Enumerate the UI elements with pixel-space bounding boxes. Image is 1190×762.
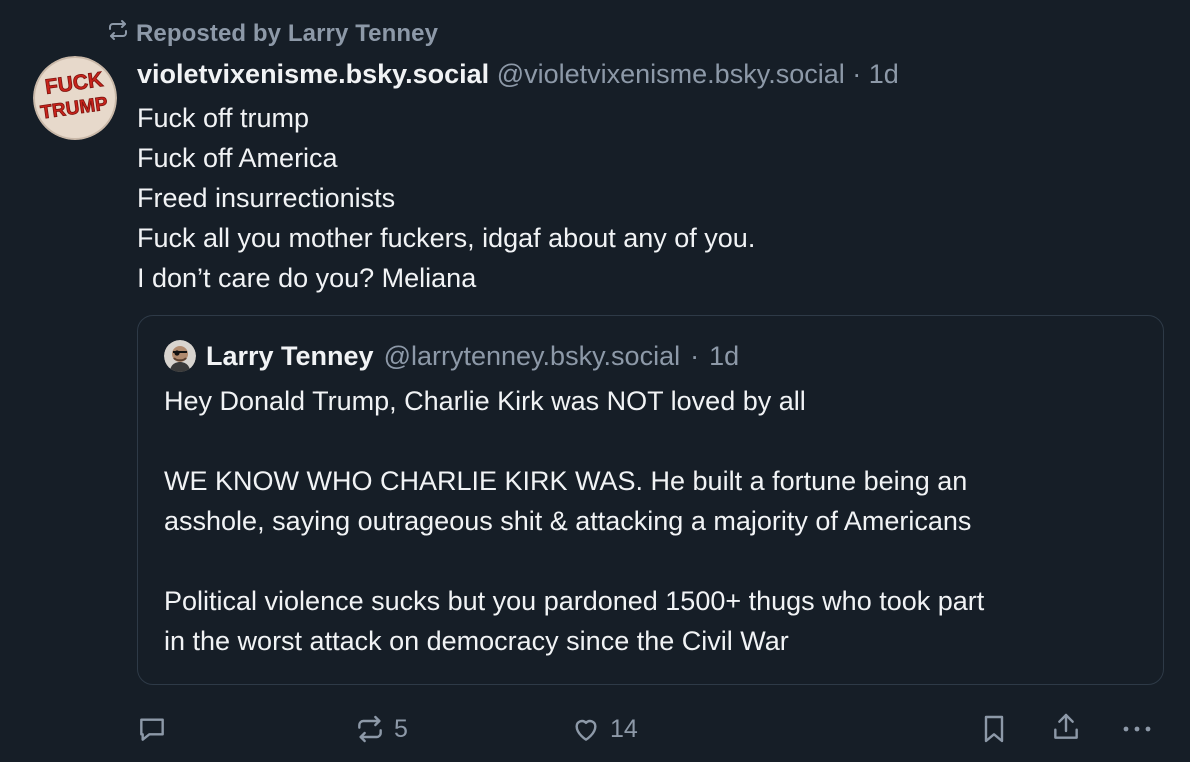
- post-timestamp[interactable]: 1d: [869, 59, 899, 89]
- quote-line: Hey Donald Trump, Charlie Kirk was NOT l…: [164, 386, 806, 416]
- quote-author-line: Larry Tenney @larrytenney.bsky.social · …: [164, 340, 739, 372]
- post-line: Fuck off America: [137, 143, 338, 173]
- repost-button[interactable]: 5: [354, 713, 408, 745]
- quote-line: asshole, saying outrageous shit & attack…: [164, 506, 972, 536]
- repost-icon: [106, 18, 130, 49]
- bookmark-button[interactable]: [978, 713, 1010, 745]
- more-icon: [1123, 726, 1151, 732]
- post-actions-bar: 5 14: [0, 705, 1190, 751]
- post-line: Fuck all you mother fuckers, idgaf about…: [137, 223, 756, 253]
- reply-icon: [140, 718, 164, 741]
- post-author-line: violetvixenisme.bsky.social @violetvixen…: [137, 56, 1167, 92]
- repost-icon: [358, 715, 382, 743]
- quote-handle[interactable]: @larrytenney.bsky.social: [384, 341, 681, 372]
- quote-line: Political violence sucks but you pardone…: [164, 586, 985, 616]
- like-count: 14: [610, 714, 638, 743]
- bookmark-icon: [984, 715, 1004, 743]
- heart-icon: [575, 719, 597, 741]
- quote-author-avatar[interactable]: [164, 340, 196, 372]
- quote-line: WE KNOW WHO CHARLIE KIRK WAS. He built a…: [164, 466, 968, 496]
- share-icon: [1054, 713, 1078, 739]
- share-button[interactable]: [1050, 711, 1082, 743]
- repost-count: 5: [394, 714, 408, 743]
- author-avatar[interactable]: FUCK TRUMP: [33, 56, 117, 140]
- author-display-name[interactable]: violetvixenisme.bsky.social: [137, 59, 489, 89]
- quote-display-name[interactable]: Larry Tenney: [206, 341, 374, 372]
- separator-dot: ·: [690, 340, 700, 371]
- author-handle[interactable]: @violetvixenisme.bsky.social: [497, 59, 845, 89]
- repost-label: Reposted by Larry Tenney: [136, 19, 439, 47]
- post-line: Fuck off trump: [137, 103, 310, 133]
- separator-dot: ·: [852, 59, 862, 89]
- post-text: Fuck off trump Fuck off America Freed in…: [137, 98, 1167, 298]
- quote-text: Hey Donald Trump, Charlie Kirk was NOT l…: [164, 381, 1154, 661]
- post-line: Freed insurrectionists: [137, 183, 396, 213]
- post-line: I don’t care do you? Meliana: [137, 263, 477, 293]
- post[interactable]: violetvixenisme.bsky.social @violetvixen…: [137, 56, 1167, 298]
- more-options-button[interactable]: [1120, 713, 1154, 745]
- like-button[interactable]: 14: [570, 713, 638, 745]
- reply-button[interactable]: [136, 713, 168, 745]
- repost-indicator[interactable]: Reposted by Larry Tenney: [106, 18, 438, 49]
- quote-timestamp[interactable]: 1d: [709, 341, 739, 372]
- quote-line: in the worst attack on democracy since t…: [164, 626, 789, 656]
- quoted-post[interactable]: Larry Tenney @larrytenney.bsky.social · …: [137, 315, 1164, 685]
